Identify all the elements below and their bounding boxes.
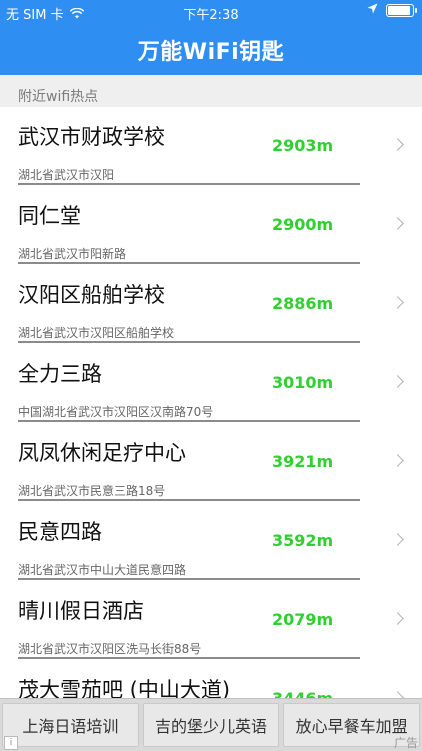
hotspot-name: 武汉市财政学校 bbox=[18, 125, 165, 149]
hotspot-name: 茂大雪茄吧 (中山大道) bbox=[18, 678, 231, 698]
hotspot-name: 全力三路 bbox=[18, 362, 102, 386]
chevron-right-icon bbox=[391, 217, 404, 230]
hotspot-distance: 2079m bbox=[272, 610, 334, 629]
hotspot-list[interactable]: 武汉市财政学校 2903m 湖北省武汉市汉阳同仁堂 2900m 湖北省武汉市阳新路汉阳区… bbox=[0, 107, 422, 698]
ad-bar: 上海日语培训 吉的堡少儿英语 放心早餐车加盟 i 广告 bbox=[0, 698, 422, 751]
hotspot-name: 汉阳区船舶学校 bbox=[18, 283, 165, 307]
chevron-right-icon bbox=[391, 612, 404, 625]
ad-info-icon[interactable]: i bbox=[4, 736, 18, 750]
hotspot-row[interactable]: 凤凤休闲足疗中心 3921m 湖北省武汉市民意三路18号 bbox=[0, 423, 422, 502]
top-bar: 无 SIM 卡 下午2:38 万能WiFi钥匙 bbox=[0, 0, 422, 75]
row-divider bbox=[18, 183, 360, 185]
hotspot-distance: 2886m bbox=[272, 294, 334, 313]
hotspot-name: 同仁堂 bbox=[18, 204, 81, 228]
hotspot-distance: 3010m bbox=[272, 373, 334, 392]
battery-icon bbox=[386, 3, 417, 17]
hotspot-row[interactable]: 晴川假日酒店 2079m 湖北省武汉市汉阳区洗马长街88号 bbox=[0, 581, 422, 660]
hotspot-row[interactable]: 汉阳区船舶学校 2886m 湖北省武汉市汉阳区船舶学校 bbox=[0, 265, 422, 344]
chevron-right-icon bbox=[391, 296, 404, 309]
hotspot-address: 湖北省武汉市中山大道民意四路 bbox=[18, 563, 187, 577]
chevron-right-icon bbox=[391, 375, 404, 388]
row-divider bbox=[18, 499, 360, 501]
location-arrow-icon bbox=[367, 3, 378, 17]
chevron-right-icon bbox=[391, 138, 404, 151]
chevron-right-icon bbox=[391, 533, 404, 546]
section-header: 附近wifi热点 bbox=[0, 75, 422, 107]
hotspot-address: 湖北省武汉市民意三路18号 bbox=[18, 484, 166, 498]
hotspot-distance: 3446m bbox=[272, 689, 333, 698]
row-divider bbox=[18, 578, 360, 580]
hotspot-distance: 3921m bbox=[272, 452, 334, 471]
hotspot-address: 湖北省武汉市阳新路 bbox=[18, 247, 127, 261]
hotspot-row[interactable]: 茂大雪茄吧 (中山大道) 3446m bbox=[0, 660, 422, 698]
hotspot-distance: 2903m bbox=[272, 136, 334, 155]
hotspot-name: 民意四路 bbox=[18, 520, 102, 544]
hotspot-name: 凤凤休闲足疗中心 bbox=[18, 441, 186, 465]
hotspot-name: 晴川假日酒店 bbox=[18, 599, 144, 623]
hotspot-address: 湖北省武汉市汉阳区船舶学校 bbox=[18, 326, 175, 340]
hotspot-address: 湖北省武汉市汉阳 bbox=[18, 168, 115, 182]
row-divider bbox=[18, 262, 360, 264]
hotspot-address: 中国湖北省武汉市汉阳区汉南路70号 bbox=[18, 405, 214, 419]
chevron-right-icon bbox=[391, 691, 404, 698]
ad-button-1[interactable]: 上海日语培训 bbox=[2, 703, 139, 747]
hotspot-row[interactable]: 武汉市财政学校 2903m 湖北省武汉市汉阳 bbox=[0, 107, 422, 186]
hotspot-row[interactable]: 同仁堂 2900m 湖北省武汉市阳新路 bbox=[0, 186, 422, 265]
row-divider bbox=[18, 341, 360, 343]
hotspot-row[interactable]: 全力三路 3010m 中国湖北省武汉市汉阳区汉南路70号 bbox=[0, 344, 422, 423]
hotspot-address: 湖北省武汉市汉阳区洗马长街88号 bbox=[18, 642, 202, 656]
hotspot-row[interactable]: 民意四路 3592m 湖北省武汉市中山大道民意四路 bbox=[0, 502, 422, 581]
ad-button-2[interactable]: 吉的堡少儿英语 bbox=[142, 703, 280, 747]
status-bar: 无 SIM 卡 下午2:38 bbox=[0, 0, 422, 24]
page-title: 万能WiFi钥匙 bbox=[137, 40, 285, 65]
ad-label: 广告 bbox=[393, 736, 418, 750]
chevron-right-icon bbox=[391, 454, 404, 467]
hotspot-distance: 3592m bbox=[272, 531, 334, 550]
row-divider bbox=[18, 657, 360, 659]
hotspot-distance: 2900m bbox=[272, 215, 334, 234]
section-label: 附近wifi热点 bbox=[18, 89, 99, 105]
row-divider bbox=[18, 420, 360, 422]
clock: 下午2:38 bbox=[183, 8, 239, 23]
